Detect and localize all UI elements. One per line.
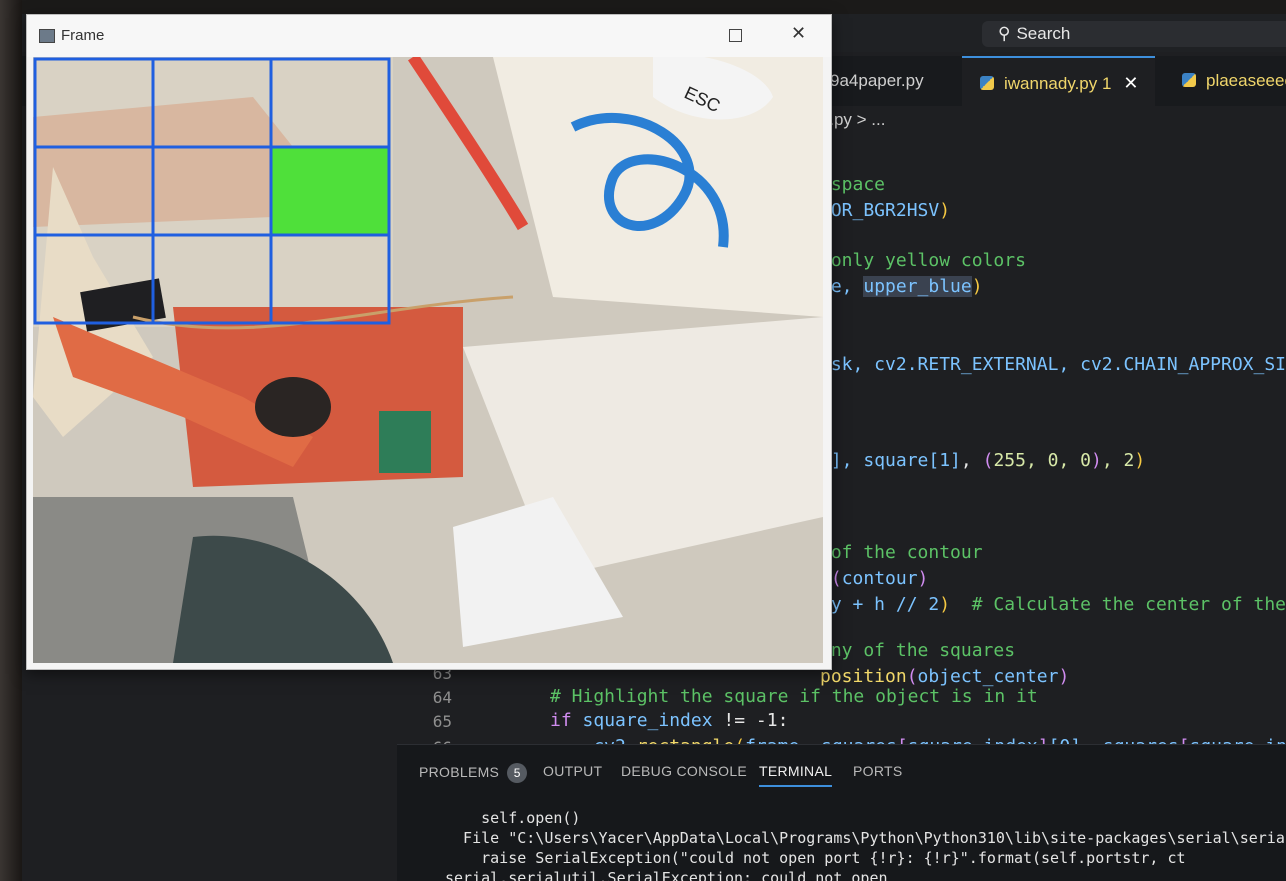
search-label: Search: [1016, 24, 1071, 43]
code-line[interactable]: 0], square[1], (255, 0, 0), 2): [820, 450, 1145, 471]
tab-iwannady[interactable]: iwannady.py 1 ✕: [962, 56, 1155, 108]
panel-tab-label: OUTPUT: [543, 763, 603, 779]
code-line[interactable]: # Highlight the square if the object is …: [550, 686, 1038, 707]
panel-tab-label: DEBUG CONSOLE: [621, 763, 748, 779]
code-line[interactable]: y + h // 2) # Calculate the center of th…: [820, 594, 1286, 615]
code-token: ): [939, 594, 951, 615]
search-icon: ⚲: [998, 24, 1011, 43]
code-line[interactable]: any of the squares: [820, 640, 1015, 661]
opencv-frame-window[interactable]: Frame ✕ ESC: [26, 14, 832, 670]
code-token: ): [917, 568, 929, 589]
panel-tab-label: TERMINAL: [759, 763, 833, 779]
code-token: CHAIN_APPROX_SIM: [1123, 354, 1286, 375]
code-token: y + h // 2: [820, 594, 940, 615]
panel-tab-label: PORTS: [853, 763, 903, 779]
problems-count-badge: 5: [507, 763, 528, 783]
code-line[interactable]: of the contour: [820, 542, 983, 563]
python-file-icon: [980, 76, 994, 90]
code-token: if: [550, 710, 583, 731]
code-token: object_center: [917, 666, 1059, 687]
code-token: , 2: [1101, 450, 1135, 471]
code-token: (: [830, 568, 842, 589]
code-token: ,: [960, 450, 983, 471]
tab-label: 9a4paper.py: [830, 71, 924, 90]
panel-tab-debug-console[interactable]: DEBUG CONSOLE: [621, 763, 747, 779]
frame-title: Frame: [61, 27, 105, 44]
code-token: LOR_BGR2HSV: [820, 200, 940, 221]
command-search-box[interactable]: ⚲ Search: [982, 21, 1286, 47]
code-token: upper_blue: [863, 276, 972, 297]
code-token: # Highlight the square if the object is …: [550, 686, 1038, 707]
close-button[interactable]: ✕: [791, 23, 806, 44]
code-token: (: [982, 450, 994, 471]
tab-9a4paper[interactable]: 9a4paper.py: [830, 56, 924, 106]
app-icon: [39, 29, 55, 43]
panel-tab-problems[interactable]: PROBLEMS 5: [419, 763, 528, 783]
code-token: square_index: [582, 710, 713, 731]
panel-tab-output[interactable]: OUTPUT: [543, 763, 602, 779]
terminal-line: File "C:\Users\Yacer\AppData\Local\Progr…: [445, 829, 1286, 847]
code-token: ask, cv2.: [820, 354, 918, 375]
monitor-bezel-left: [0, 0, 22, 881]
tab-label: iwannady.py 1: [1004, 74, 1112, 93]
monitor-bezel-top: [0, 0, 1286, 14]
code-token: only yellow colors: [820, 250, 1026, 271]
camera-scene: ESC: [33, 57, 823, 663]
code-line[interactable]: ask, cv2.RETR_EXTERNAL, cv2.CHAIN_APPROX…: [820, 354, 1286, 375]
bottom-panel: PROBLEMS 5 OUTPUT DEBUG CONSOLE TERMINAL PORT…: [397, 744, 1286, 881]
terminal-line: raise SerialException("could not open po…: [445, 849, 1186, 867]
code-line[interactable]: only yellow colors: [820, 250, 1026, 271]
code-token: any of the squares: [820, 640, 1016, 661]
python-file-icon: [1182, 73, 1196, 87]
code-line[interactable]: if square_index != -1:: [550, 710, 788, 731]
panel-tab-terminal[interactable]: TERMINAL: [759, 763, 833, 787]
panel-tab-label: PROBLEMS: [419, 764, 500, 780]
code-token: position: [820, 666, 907, 687]
hand: [33, 97, 293, 227]
code-token: ): [1134, 450, 1146, 471]
panel-tab-ports[interactable]: PORTS: [853, 763, 902, 779]
maximize-button[interactable]: [729, 29, 742, 42]
code-token: # Calculate the center of the ob: [950, 594, 1286, 615]
tab-plaeaseeee[interactable]: plaeaseeee: [1182, 56, 1286, 106]
code-token: ): [1090, 450, 1102, 471]
code-token: 255, 0, 0: [993, 450, 1091, 471]
code-token: square[1]: [863, 450, 961, 471]
code-token: of the contour: [820, 542, 983, 563]
code-token: contour: [841, 568, 918, 589]
frame-title-bar: Frame ✕: [27, 15, 831, 57]
camera-feed: ESC: [33, 57, 823, 663]
code-token: (: [906, 666, 918, 687]
grid-cell-highlighted: [269, 145, 391, 237]
code-token: ): [939, 200, 951, 221]
tab-label: plaeaseeee: [1206, 71, 1286, 90]
line-number: 65: [432, 712, 452, 731]
code-token: ): [1058, 666, 1070, 687]
code-token: ): [971, 276, 983, 297]
close-icon[interactable]: ✕: [1123, 73, 1138, 93]
code-line[interactable]: LOR_BGR2HSV): [820, 200, 950, 221]
code-token: != -1:: [712, 710, 789, 731]
line-number: 64: [432, 688, 452, 707]
code-token: RETR_EXTERNAL: [917, 354, 1059, 375]
code-line[interactable]: position(object_center): [820, 666, 1069, 687]
terminal-line: self.open(): [445, 809, 581, 827]
terminal-line: serial.serialutil.SerialException: could…: [445, 869, 888, 881]
code-line[interactable]: t(contour): [820, 568, 928, 589]
code-token: , cv2.: [1058, 354, 1124, 375]
code-line[interactable]: ue, upper_blue): [820, 276, 983, 297]
